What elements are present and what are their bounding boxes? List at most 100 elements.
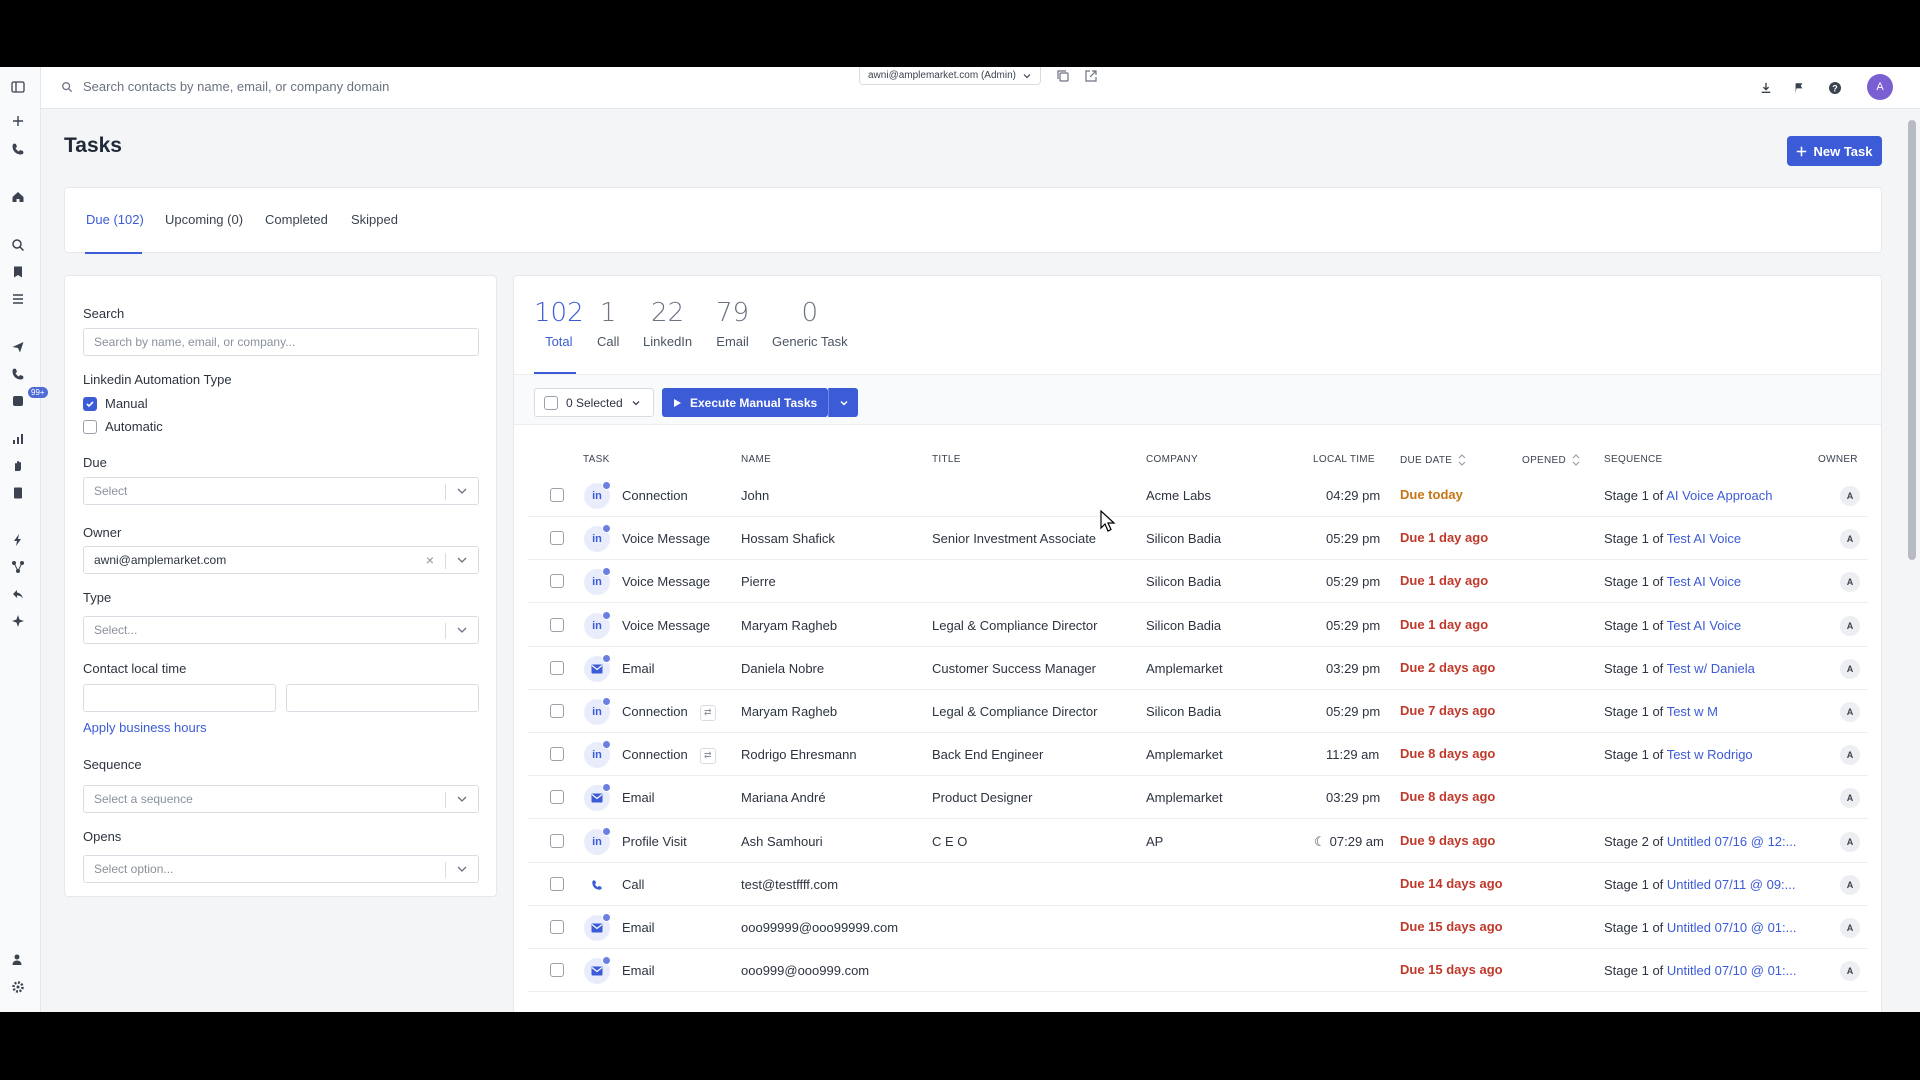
tab-skipped[interactable]: Skipped [351, 212, 398, 227]
phone-icon[interactable] [8, 139, 28, 159]
table-row[interactable]: in Voice Message Pierre Silicon Badia 05:29 … [528, 560, 1868, 604]
global-search[interactable]: Search contacts by name, email, or compa… [61, 79, 389, 94]
task-type[interactable]: Connection ⇄ [622, 747, 716, 764]
table-row[interactable]: in Voice Message Hossam Shafick Senior Inve… [528, 517, 1868, 561]
row-checkbox[interactable] [550, 574, 564, 589]
execute-manual-tasks-button[interactable]: Execute Manual Tasks [662, 388, 828, 417]
col-owner[interactable]: OWNER [1818, 454, 1858, 465]
table-row[interactable]: in Connection ⇄ Maryam Ragheb Legal & Compli… [528, 690, 1868, 733]
contact-name[interactable]: Rodrigo Ehresmann [741, 747, 857, 762]
row-checkbox[interactable] [550, 963, 564, 978]
sparkle-icon[interactable] [8, 611, 28, 631]
flag-icon[interactable] [1788, 77, 1810, 99]
sequence-link[interactable]: Untitled 07/11 @ 09:... [1667, 877, 1796, 892]
owner-avatar[interactable]: A [1840, 658, 1860, 679]
row-checkbox[interactable] [550, 920, 564, 934]
new-task-button[interactable]: New Task [1787, 136, 1882, 166]
tab-completed[interactable]: Completed [265, 212, 328, 227]
col-due-date[interactable]: DUE DATE [1400, 454, 1466, 466]
task-type[interactable]: Voice Message [622, 531, 710, 546]
external-link-icon[interactable] [1084, 69, 1098, 83]
apply-business-hours-link[interactable]: Apply business hours [83, 720, 207, 735]
contact-name[interactable]: ooo99999@ooo99999.com [741, 920, 898, 935]
col-sequence[interactable]: SEQUENCE [1604, 454, 1663, 465]
table-row[interactable]: Email ooo99999@ooo99999.com Due 15 days ag… [528, 906, 1868, 949]
sequence-link[interactable]: Test AI Voice [1667, 618, 1741, 633]
bookmark-icon[interactable] [8, 262, 28, 282]
task-type[interactable]: Email [622, 963, 655, 978]
sidebar-toggle-icon[interactable] [8, 77, 28, 97]
scrollbar-thumb[interactable] [1908, 120, 1916, 560]
download-icon[interactable] [1755, 77, 1777, 99]
document-icon[interactable] [8, 483, 28, 503]
contact-name[interactable]: John [741, 488, 769, 503]
sequence-link[interactable]: Test AI Voice [1667, 531, 1741, 546]
help-icon[interactable]: ? [1824, 77, 1846, 99]
table-row[interactable]: Email ooo999@ooo999.com Due 15 days ago Sta… [528, 949, 1868, 993]
owner-select[interactable]: awni@amplemarket.com × [83, 546, 479, 574]
row-checkbox[interactable] [550, 617, 564, 632]
manual-checkbox[interactable]: Manual [83, 396, 148, 411]
contact-name[interactable]: Hossam Shafick [741, 531, 835, 546]
row-checkbox[interactable] [550, 704, 564, 718]
hand-icon[interactable] [8, 456, 28, 476]
type-select[interactable]: Select... [83, 616, 479, 644]
table-row[interactable]: in Profile Visit Ash Samhouri C E O AP ☾ 07:29… [528, 820, 1868, 863]
owner-avatar[interactable]: A [1840, 486, 1860, 506]
scrollbar[interactable] [1906, 110, 1918, 1009]
task-type[interactable]: Voice Message [622, 574, 710, 589]
contact-name[interactable]: Pierre [741, 574, 776, 589]
tab-due[interactable]: Due (102) [86, 212, 144, 227]
table-row[interactable]: in Voice Message Maryam Ragheb Legal & Comp… [528, 604, 1868, 647]
col-title[interactable]: TITLE [932, 454, 961, 465]
owner-avatar[interactable]: A [1840, 918, 1860, 938]
sequence-link[interactable]: Untitled 07/10 @ 01:... [1667, 963, 1797, 978]
sequence-link[interactable]: Test w/ Daniela [1667, 661, 1755, 676]
row-checkbox[interactable] [550, 790, 564, 805]
row-checkbox[interactable] [550, 876, 564, 891]
clear-icon[interactable]: × [426, 552, 434, 568]
table-row[interactable]: Call test@testffff.com Due 14 days ago Stag… [528, 863, 1868, 906]
avatar[interactable]: A [1867, 74, 1893, 100]
task-type[interactable]: Connection [622, 488, 688, 503]
task-type[interactable]: Email [622, 920, 655, 935]
sequence-link[interactable]: Test AI Voice [1667, 574, 1741, 589]
execute-options-button[interactable] [828, 388, 858, 417]
workflow-icon[interactable] [8, 557, 28, 577]
table-row[interactable]: in Connection ⇄ Rodrigo Ehresmann Back End E… [528, 733, 1868, 777]
col-name[interactable]: NAME [741, 454, 771, 465]
account-switcher[interactable]: awni@amplemarket.com (Admin) [859, 67, 1041, 85]
owner-avatar[interactable]: A [1840, 874, 1860, 895]
analytics-icon[interactable] [8, 429, 28, 449]
stat-call[interactable]: 1 Call [597, 298, 619, 349]
row-checkbox[interactable] [550, 747, 564, 762]
sequence-link[interactable]: Test w M [1667, 704, 1718, 719]
owner-avatar[interactable]: A [1840, 788, 1860, 809]
col-local-time[interactable]: LOCAL TIME [1313, 454, 1375, 465]
sequence-link[interactable]: Untitled 07/10 @ 01:... [1667, 920, 1797, 935]
owner-avatar[interactable]: A [1840, 572, 1860, 593]
search-filter-input[interactable]: Search by name, email, or company... [83, 328, 479, 356]
home-icon[interactable] [8, 187, 28, 207]
owner-avatar[interactable]: A [1840, 831, 1860, 852]
task-type[interactable]: Connection ⇄ [622, 704, 716, 721]
row-checkbox[interactable] [550, 531, 564, 546]
table-row[interactable]: Email Daniela Nobre Customer Success Manag… [528, 647, 1868, 690]
col-opened[interactable]: OPENED [1522, 454, 1580, 466]
stat-generic[interactable]: 0 Generic Task [772, 298, 848, 349]
gear-icon[interactable] [8, 977, 28, 997]
table-row[interactable]: Email Mariana André Product Designer Amplem… [528, 776, 1868, 820]
row-checkbox[interactable] [550, 833, 564, 848]
tab-upcoming[interactable]: Upcoming (0) [165, 212, 243, 227]
tasks-icon[interactable]: 99+ [8, 387, 48, 411]
stat-total[interactable]: 102 Total [534, 298, 584, 349]
row-checkbox[interactable] [550, 660, 564, 675]
plus-icon[interactable] [8, 111, 28, 131]
call-icon[interactable] [8, 364, 28, 384]
owner-avatar[interactable]: A [1840, 961, 1860, 982]
list-icon[interactable] [8, 289, 28, 309]
search-icon[interactable] [8, 235, 28, 255]
contact-name[interactable]: ooo999@ooo999.com [741, 963, 869, 978]
stat-email[interactable]: 79 Email [716, 298, 749, 349]
select-all-dropdown[interactable]: 0 Selected [534, 388, 654, 417]
